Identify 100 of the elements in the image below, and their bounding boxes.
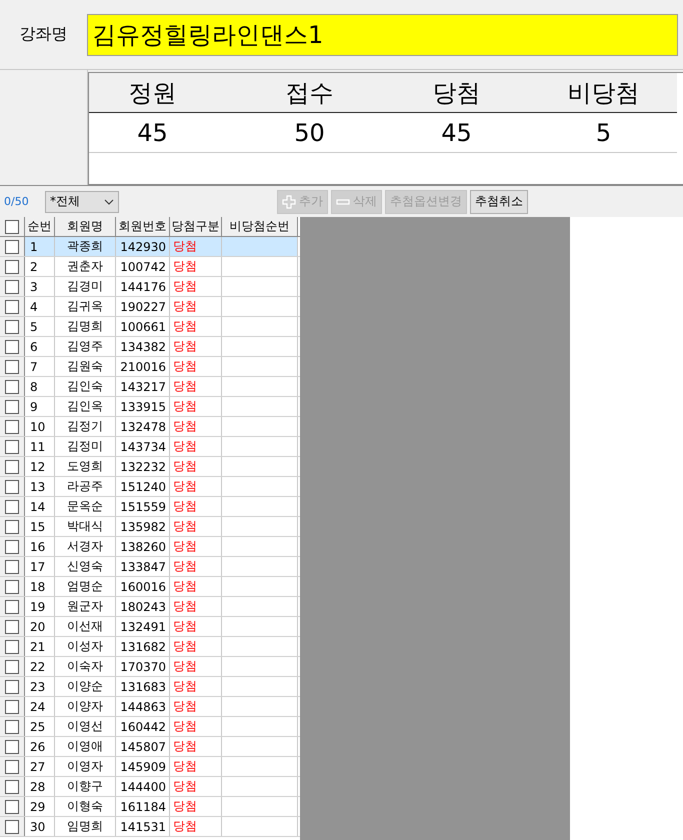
- table-cell: 131682: [116, 637, 170, 656]
- member-row[interactable]: 22 이숙자 170370 당첨: [0, 657, 300, 677]
- table-cell: 권춘자: [55, 257, 116, 276]
- column-header[interactable]: 순번: [25, 217, 55, 236]
- table-cell: 17: [25, 557, 55, 576]
- member-row[interactable]: 2 권춘자 100742 당첨: [0, 257, 300, 277]
- checkbox[interactable]: [5, 480, 19, 494]
- checkbox[interactable]: [5, 300, 19, 314]
- member-row[interactable]: 4 김귀옥 190227 당첨: [0, 297, 300, 317]
- member-row[interactable]: 26 이영애 145807 당첨: [0, 737, 300, 757]
- member-row[interactable]: 7 김원숙 210016 당첨: [0, 357, 300, 377]
- table-cell: 160442: [116, 717, 170, 736]
- member-row[interactable]: 29 이형숙 161184 당첨: [0, 797, 300, 817]
- member-row[interactable]: 13 라공주 151240 당첨: [0, 477, 300, 497]
- member-row[interactable]: 16 서경자 138260 당첨: [0, 537, 300, 557]
- checkbox[interactable]: [5, 360, 19, 374]
- checkbox[interactable]: [5, 540, 19, 554]
- member-row[interactable]: 1 곽종희 142930 당첨: [0, 237, 300, 257]
- minus-icon: [336, 198, 350, 206]
- table-cell: 132232: [116, 457, 170, 476]
- table-cell: 당첨: [170, 677, 222, 696]
- table-cell: 13: [25, 477, 55, 496]
- table-cell: 7: [25, 357, 55, 376]
- checkbox[interactable]: [5, 500, 19, 514]
- member-row[interactable]: 19 원군자 180243 당첨: [0, 597, 300, 617]
- checkbox[interactable]: [5, 700, 19, 714]
- member-row[interactable]: 28 이향구 144400 당첨: [0, 777, 300, 797]
- member-row[interactable]: 24 이양자 144863 당첨: [0, 697, 300, 717]
- member-row[interactable]: 3 김경미 144176 당첨: [0, 277, 300, 297]
- member-row[interactable]: 11 김정미 143734 당첨: [0, 437, 300, 457]
- column-header[interactable]: 비당첨순번: [222, 217, 298, 236]
- checkbox[interactable]: [5, 260, 19, 274]
- checkbox[interactable]: [5, 680, 19, 694]
- table-cell: 135982: [116, 517, 170, 536]
- table-cell: 3: [25, 277, 55, 296]
- member-row[interactable]: 20 이선재 132491 당첨: [0, 617, 300, 637]
- column-header[interactable]: 회원명: [55, 217, 116, 236]
- table-cell: 당첨: [170, 357, 222, 376]
- member-row[interactable]: 6 김영주 134382 당첨: [0, 337, 300, 357]
- member-row[interactable]: 8 김인숙 143217 당첨: [0, 377, 300, 397]
- checkbox[interactable]: [5, 340, 19, 354]
- table-cell: 김영주: [55, 337, 116, 356]
- member-row[interactable]: 23 이양순 131683 당첨: [0, 677, 300, 697]
- checkbox[interactable]: [5, 760, 19, 774]
- checkbox[interactable]: [5, 780, 19, 794]
- table-cell: 당첨: [170, 437, 222, 456]
- member-row[interactable]: 12 도영희 132232 당첨: [0, 457, 300, 477]
- checkbox[interactable]: [5, 240, 19, 254]
- checkbox[interactable]: [5, 560, 19, 574]
- table-cell: 당첨: [170, 717, 222, 736]
- member-row[interactable]: 27 이영자 145909 당첨: [0, 757, 300, 777]
- checkbox[interactable]: [5, 820, 19, 834]
- member-row[interactable]: 10 김정기 132478 당첨: [0, 417, 300, 437]
- checkbox[interactable]: [5, 740, 19, 754]
- column-header[interactable]: 회원번호: [116, 217, 170, 236]
- member-row[interactable]: 17 신영숙 133847 당첨: [0, 557, 300, 577]
- table-cell: 당첨: [170, 577, 222, 596]
- checkbox[interactable]: [5, 640, 19, 654]
- member-row[interactable]: 14 문옥순 151559 당첨: [0, 497, 300, 517]
- checkbox[interactable]: [5, 400, 19, 414]
- checkbox[interactable]: [5, 520, 19, 534]
- member-row[interactable]: 30 임명희 141531 당첨: [0, 817, 300, 837]
- table-cell: 이숙자: [55, 657, 116, 676]
- column-header[interactable]: 당첨구분: [170, 217, 222, 236]
- member-row[interactable]: 18 엄명순 160016 당첨: [0, 577, 300, 597]
- table-cell: 142930: [116, 237, 170, 256]
- checkbox[interactable]: [5, 460, 19, 474]
- table-cell: 19: [25, 597, 55, 616]
- table-cell: 문옥순: [55, 497, 116, 516]
- filter-dropdown[interactable]: *전체: [45, 190, 119, 212]
- checkbox[interactable]: [5, 440, 19, 454]
- table-cell: 이양자: [55, 697, 116, 716]
- table-cell: 133847: [116, 557, 170, 576]
- table-cell: 131683: [116, 677, 170, 696]
- table-cell: 2: [25, 257, 55, 276]
- checkbox[interactable]: [5, 660, 19, 674]
- member-row[interactable]: 9 김인옥 133915 당첨: [0, 397, 300, 417]
- member-row[interactable]: 25 이영선 160442 당첨: [0, 717, 300, 737]
- table-cell: 김정기: [55, 417, 116, 436]
- course-label: 강좌명: [18, 24, 68, 45]
- checkbox[interactable]: [5, 620, 19, 634]
- checkbox[interactable]: [5, 720, 19, 734]
- table-cell: 138260: [116, 537, 170, 556]
- checkbox[interactable]: [5, 580, 19, 594]
- checkbox[interactable]: [5, 280, 19, 294]
- checkbox[interactable]: [5, 380, 19, 394]
- table-cell: 23: [25, 677, 55, 696]
- checkbox[interactable]: [5, 320, 19, 334]
- course-name-field[interactable]: 김유정힐링라인댄스1: [87, 14, 678, 56]
- table-cell: 당첨: [170, 617, 222, 636]
- member-row[interactable]: 21 이성자 131682 당첨: [0, 637, 300, 657]
- checkbox[interactable]: [5, 420, 19, 434]
- checkbox[interactable]: [5, 220, 19, 234]
- member-row[interactable]: 15 박대식 135982 당첨: [0, 517, 300, 537]
- checkbox[interactable]: [5, 600, 19, 614]
- toolbar-button[interactable]: 추첨취소: [470, 190, 528, 214]
- table-cell: 15: [25, 517, 55, 536]
- member-row[interactable]: 5 김명희 100661 당첨: [0, 317, 300, 337]
- table-cell: 143734: [116, 437, 170, 456]
- checkbox[interactable]: [5, 800, 19, 814]
